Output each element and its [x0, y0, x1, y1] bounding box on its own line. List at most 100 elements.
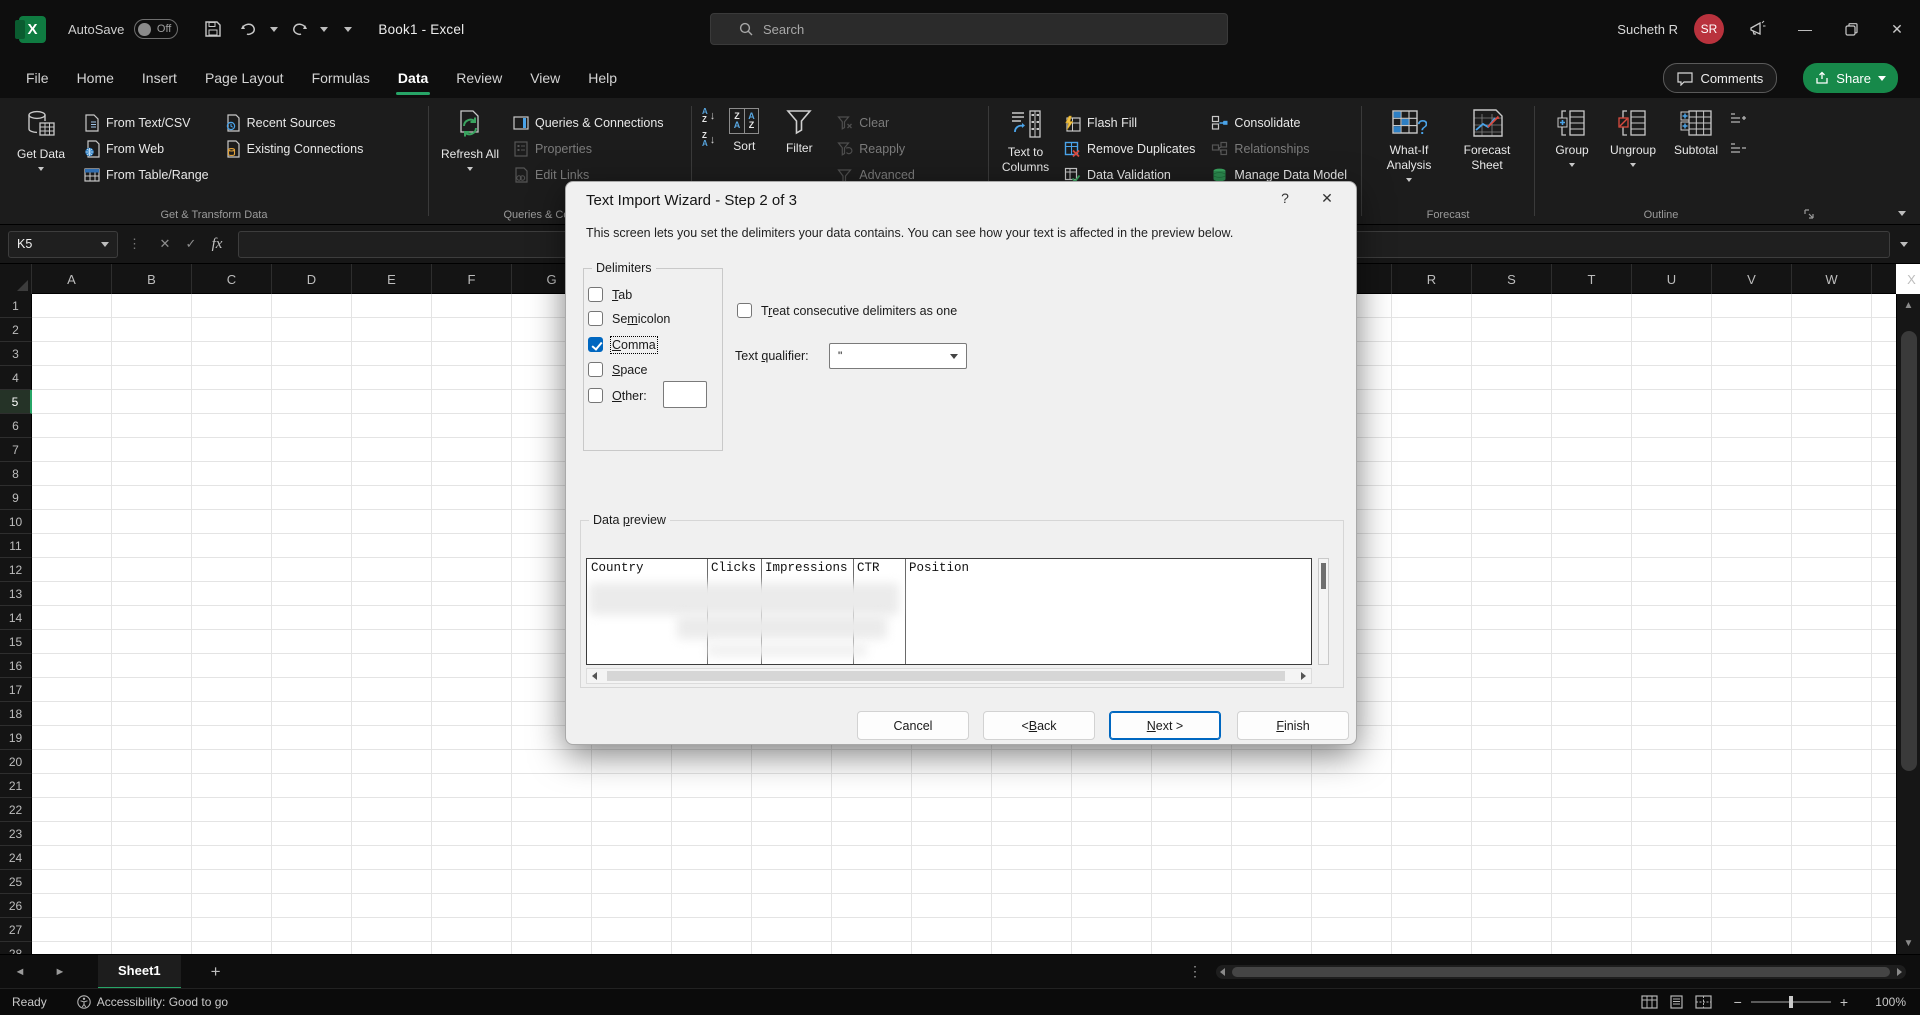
feedback-megaphone-icon[interactable]: [1748, 19, 1768, 39]
column-header[interactable]: S: [1472, 264, 1552, 294]
previous-sheet-icon[interactable]: ◄: [0, 966, 40, 978]
sort-button[interactable]: ZA AZ Sort: [717, 104, 771, 154]
minimize-button[interactable]: —: [1782, 0, 1828, 58]
accessibility-status[interactable]: Accessibility: Good to go: [77, 995, 228, 1009]
scroll-left-icon[interactable]: [592, 672, 597, 680]
restore-button[interactable]: [1828, 0, 1874, 58]
row-cells[interactable]: [32, 750, 1896, 774]
insert-function-icon[interactable]: fx: [204, 231, 230, 257]
preview-vscroll-thumb[interactable]: [1321, 563, 1326, 589]
sheet-tab-active[interactable]: Sheet1: [98, 955, 181, 989]
row-header[interactable]: 24: [0, 846, 32, 870]
row-header[interactable]: 6: [0, 414, 32, 438]
page-layout-view-icon[interactable]: [1668, 995, 1685, 1009]
select-all-corner[interactable]: [0, 264, 32, 294]
semicolon-checkbox[interactable]: [588, 311, 603, 326]
other-checkbox[interactable]: [588, 388, 603, 403]
row-header[interactable]: 15: [0, 630, 32, 654]
tab-data[interactable]: Data: [384, 58, 442, 98]
row-header[interactable]: 25: [0, 870, 32, 894]
reapply-filter-button[interactable]: Reapply: [831, 136, 921, 162]
tab-page-layout[interactable]: Page Layout: [191, 58, 298, 98]
what-if-analysis-button[interactable]: ? What-If Analysis: [1370, 104, 1448, 182]
column-header[interactable]: E: [352, 264, 432, 294]
zoom-out-button[interactable]: −: [1734, 994, 1742, 1010]
tab-review[interactable]: Review: [442, 58, 516, 98]
close-button[interactable]: ✕: [1874, 0, 1920, 58]
horizontal-scrollbar[interactable]: [1216, 965, 1906, 979]
row-header[interactable]: 1: [0, 294, 32, 318]
ungroup-button[interactable]: Ungroup: [1601, 104, 1665, 167]
cancel-button[interactable]: Cancel: [857, 711, 969, 740]
row-header[interactable]: 9: [0, 486, 32, 510]
vertical-scrollbar[interactable]: ▲ ▼: [1896, 294, 1920, 954]
queries-connections-button[interactable]: Queries & Connections: [507, 110, 670, 136]
row-header[interactable]: 22: [0, 798, 32, 822]
finish-button[interactable]: Finish: [1237, 711, 1349, 740]
outline-dialog-launcher-icon[interactable]: [1803, 208, 1815, 220]
avatar[interactable]: SR: [1694, 14, 1724, 44]
row-header[interactable]: 12: [0, 558, 32, 582]
row-header[interactable]: 7: [0, 438, 32, 462]
tab-home[interactable]: Home: [63, 58, 128, 98]
add-sheet-button[interactable]: +: [211, 962, 221, 982]
tab-insert[interactable]: Insert: [128, 58, 191, 98]
column-header[interactable]: X: [1872, 264, 1920, 294]
scroll-right-icon[interactable]: [1897, 968, 1902, 976]
dialog-help-button[interactable]: ?: [1270, 190, 1300, 214]
row-header[interactable]: 4: [0, 366, 32, 390]
undo-icon[interactable]: [234, 14, 264, 44]
row-header[interactable]: 2: [0, 318, 32, 342]
row-header[interactable]: 3: [0, 342, 32, 366]
hide-detail-icon[interactable]: [1729, 142, 1747, 154]
comma-checkbox[interactable]: [588, 337, 603, 352]
row-header[interactable]: 21: [0, 774, 32, 798]
scroll-left-icon[interactable]: [1220, 968, 1225, 976]
group-button[interactable]: Group: [1543, 104, 1601, 167]
row-header[interactable]: 26: [0, 894, 32, 918]
row-cells[interactable]: [32, 846, 1896, 870]
row-cells[interactable]: [32, 822, 1896, 846]
flash-fill-button[interactable]: Flash Fill: [1058, 110, 1201, 136]
delimiter-tab-row[interactable]: Tab: [588, 287, 632, 302]
data-preview-table[interactable]: CountryClicksImpressionsCTRPosition: [586, 558, 1312, 665]
delimiter-space-row[interactable]: Space: [588, 362, 647, 377]
from-table-range-button[interactable]: From Table/Range: [78, 162, 215, 188]
preview-horizontal-scrollbar[interactable]: [586, 668, 1312, 684]
row-cells[interactable]: [32, 918, 1896, 942]
share-button[interactable]: Share: [1803, 63, 1898, 93]
next-sheet-icon[interactable]: ►: [40, 966, 80, 978]
sort-ascending-button[interactable]: AZ↓: [702, 108, 715, 124]
column-header[interactable]: D: [272, 264, 352, 294]
text-qualifier-combobox[interactable]: ": [829, 343, 967, 369]
column-header[interactable]: B: [112, 264, 192, 294]
relationships-button[interactable]: Relationships: [1205, 136, 1353, 162]
row-cells[interactable]: [32, 894, 1896, 918]
redo-icon[interactable]: [284, 14, 314, 44]
column-header[interactable]: V: [1712, 264, 1792, 294]
properties-button[interactable]: Properties: [507, 136, 670, 162]
forecast-sheet-button[interactable]: Forecast Sheet: [1448, 104, 1526, 173]
column-header[interactable]: U: [1632, 264, 1712, 294]
sheet-options-icon[interactable]: ⋮: [1188, 963, 1202, 980]
vertical-scrollbar-thumb[interactable]: [1901, 331, 1917, 771]
tab-view[interactable]: View: [516, 58, 574, 98]
next-button[interactable]: Next >: [1109, 711, 1221, 740]
customize-qat-icon[interactable]: [344, 27, 352, 32]
row-header[interactable]: 19: [0, 726, 32, 750]
tab-checkbox[interactable]: [588, 287, 603, 302]
dialog-close-button[interactable]: ✕: [1310, 190, 1344, 214]
tab-file[interactable]: File: [12, 58, 63, 98]
column-header[interactable]: R: [1392, 264, 1472, 294]
collapse-ribbon-icon[interactable]: [1898, 211, 1906, 216]
tab-help[interactable]: Help: [574, 58, 631, 98]
comments-button[interactable]: Comments: [1663, 63, 1777, 93]
row-header[interactable]: 8: [0, 462, 32, 486]
row-cells[interactable]: [32, 942, 1896, 954]
column-header[interactable]: T: [1552, 264, 1632, 294]
subtotal-button[interactable]: Subtotal: [1665, 104, 1727, 158]
page-break-view-icon[interactable]: [1695, 995, 1712, 1009]
formula-bar-handle[interactable]: ⋮: [128, 236, 142, 252]
row-header[interactable]: 11: [0, 534, 32, 558]
column-header[interactable]: C: [192, 264, 272, 294]
